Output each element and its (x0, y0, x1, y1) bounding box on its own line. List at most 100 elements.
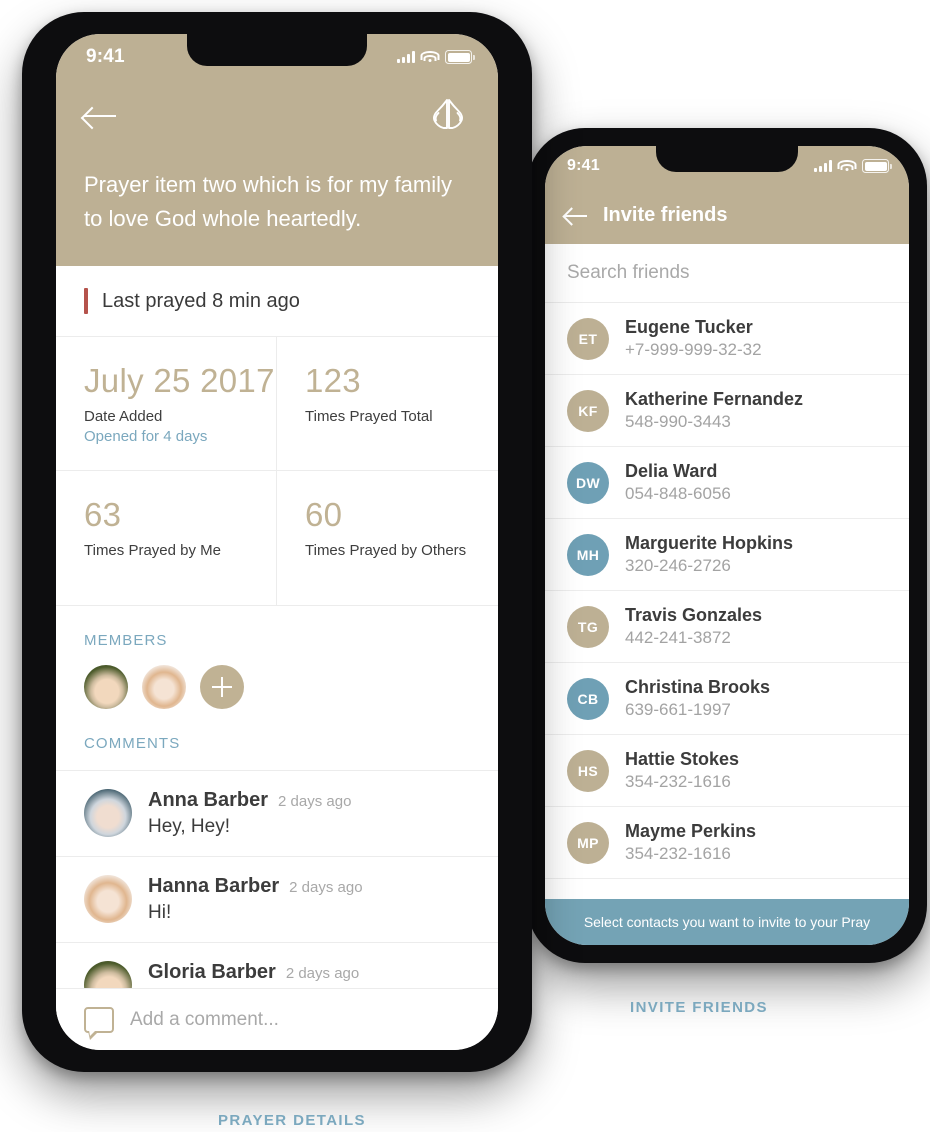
contact-phone: 054-848-6056 (625, 483, 731, 503)
status-time: 9:41 (567, 157, 600, 174)
invite-header: 9:41 Invite friends (545, 146, 909, 244)
contact-row[interactable]: CB Christina Brooks 639-661-1997 (545, 663, 909, 735)
phone-prayer-details: 9:41 Prayer item two which is for my fam… (22, 12, 532, 1072)
contact-phone: 320-246-2726 (625, 555, 731, 575)
stat-cell: 60 Times Prayed by Others (277, 471, 498, 605)
comment-avatar (84, 789, 132, 838)
contact-row[interactable]: MH Marguerite Hopkins 320-246-2726 (545, 519, 909, 591)
contact-phone: 354-232-1616 (625, 843, 731, 863)
contact-initials-avatar: HS (567, 749, 609, 792)
stat-value: 60 (305, 496, 343, 534)
contact-initials-avatar: DW (567, 461, 609, 504)
contact-list: ET Eugene Tucker +7-999-999-32-32 KF Katheri… (545, 303, 909, 879)
add-comment-placeholder: Add a comment... (130, 1008, 279, 1030)
prayer-title: Prayer item two which is for my family t… (84, 172, 452, 232)
contact-name: Christina Brooks (625, 677, 771, 698)
accent-rule (84, 288, 88, 315)
comment-head: Hanna Barber 2 days ago (148, 875, 363, 898)
contact-initials-avatar: MP (567, 821, 609, 864)
contact-row[interactable]: KF Katherine Fernandez 548-990-3443 (545, 375, 909, 447)
contact-name: Delia Ward (625, 461, 718, 482)
contact-row[interactable]: TG Travis Gonzales 442-241-3872 (545, 591, 909, 663)
contact-info: Travis Gonzales 442-241-3872 (625, 604, 762, 649)
stat-cell: 63 Times Prayed by Me (56, 471, 277, 606)
contact-phone: 548-990-3443 (625, 411, 731, 431)
comment-timestamp: 2 days ago (289, 879, 363, 897)
last-prayed-text: Last prayed 8 min ago (102, 289, 300, 312)
wifi-icon (837, 160, 857, 172)
comment-item: Anna Barber 2 days ago Hey, Hey! (56, 770, 498, 856)
invite-friends-screen: 9:41 Invite friends Search friends ET Eug… (545, 146, 909, 945)
stats-grid: July 25 2017 Date Added Opened for 4 days 1… (56, 337, 498, 606)
status-bar: 9:41 (56, 34, 498, 80)
comment-head: Gloria Barber 2 days ago (148, 961, 359, 984)
contact-phone: 442-241-3872 (625, 627, 731, 647)
contact-info: Hattie Stokes 354-232-1616 (625, 748, 739, 793)
comment-head: Anna Barber 2 days ago (148, 789, 351, 812)
contact-initials-avatar: KF (567, 389, 609, 432)
contact-info: Mayme Perkins 354-232-1616 (625, 820, 756, 865)
praying-hands-icon[interactable] (426, 95, 470, 138)
caption-invite-friends: INVITE FRIENDS (630, 999, 768, 1016)
contact-name: Mayme Perkins (625, 821, 757, 842)
stat-sub: Opened for 4 days (84, 428, 208, 446)
contact-initials-avatar: TG (567, 605, 609, 648)
stat-value: 63 (84, 496, 122, 534)
contact-phone: +7-999-999-32-32 (625, 339, 762, 359)
add-comment-bar[interactable]: Add a comment... (56, 988, 498, 1050)
contact-info: Delia Ward 054-848-6056 (625, 460, 731, 505)
comment-author: Hanna Barber (148, 875, 280, 898)
members-section: MEMBERS (56, 605, 498, 710)
invite-hint-banner: Select contacts you want to invite to yo… (545, 899, 909, 945)
back-arrow-icon[interactable] (84, 103, 118, 129)
stat-value: 123 (305, 362, 361, 400)
contact-row[interactable]: HS Hattie Stokes 354-232-1616 (545, 735, 909, 807)
comment-text: Hey, Hey! (148, 816, 231, 838)
comment-avatar (84, 875, 132, 924)
status-icons (397, 50, 475, 64)
comment-item: Hanna Barber 2 days ago Hi! (56, 856, 498, 942)
contact-initials-avatar: ET (567, 317, 609, 360)
comment-body-wrap: Hanna Barber 2 days ago Hi! (148, 875, 363, 924)
contact-info: Christina Brooks 639-661-1997 (625, 676, 770, 721)
member-avatar[interactable] (142, 665, 186, 710)
comments-section-title: COMMENTS (84, 735, 181, 753)
signal-bars-icon (814, 160, 832, 172)
comment-timestamp: 2 days ago (285, 965, 360, 983)
status-icons (814, 159, 892, 173)
status-bar: 9:41 (545, 146, 909, 186)
contact-row[interactable]: DW Delia Ward 054-848-6056 (545, 447, 909, 519)
contact-name: Marguerite Hopkins (625, 533, 794, 554)
search-placeholder: Search friends (567, 262, 690, 283)
status-time: 9:41 (86, 46, 125, 67)
contact-name: Hattie Stokes (625, 749, 740, 770)
contact-row[interactable]: MP Mayme Perkins 354-232-1616 (545, 807, 909, 879)
contact-phone: 639-661-1997 (625, 699, 731, 719)
stat-label: Times Prayed Total (305, 408, 433, 426)
contact-info: Eugene Tucker +7-999-999-32-32 (625, 316, 762, 361)
contact-name: Travis Gonzales (625, 605, 763, 626)
stat-label: Times Prayed by Others (305, 542, 467, 560)
comment-text: Hi! (148, 902, 172, 924)
back-arrow-icon[interactable] (565, 207, 589, 225)
add-member-button[interactable] (200, 665, 244, 710)
comment-author: Anna Barber (148, 789, 269, 812)
contact-info: Marguerite Hopkins 320-246-2726 (625, 532, 793, 577)
battery-icon (445, 50, 475, 64)
invite-page-title: Invite friends (603, 204, 728, 226)
prayer-hero: 9:41 Prayer item two which is for my fam… (56, 34, 498, 267)
contact-initials-avatar: CB (567, 677, 609, 720)
comment-timestamp: 2 days ago (278, 793, 352, 811)
contact-row[interactable]: ET Eugene Tucker +7-999-999-32-32 (545, 303, 909, 375)
prayer-top-bar (56, 80, 498, 152)
contact-initials-avatar: MH (567, 533, 609, 576)
stat-cell: July 25 2017 Date Added Opened for 4 days (56, 337, 277, 472)
comment-author: Gloria Barber (148, 961, 276, 984)
member-avatar[interactable] (84, 665, 128, 710)
contact-name: Eugene Tucker (625, 317, 753, 338)
stat-value: July 25 2017 (84, 362, 275, 400)
battery-icon (862, 159, 892, 173)
wifi-icon (420, 51, 440, 63)
search-friends-input[interactable]: Search friends (545, 244, 909, 303)
comments-section: COMMENTS (56, 709, 498, 752)
